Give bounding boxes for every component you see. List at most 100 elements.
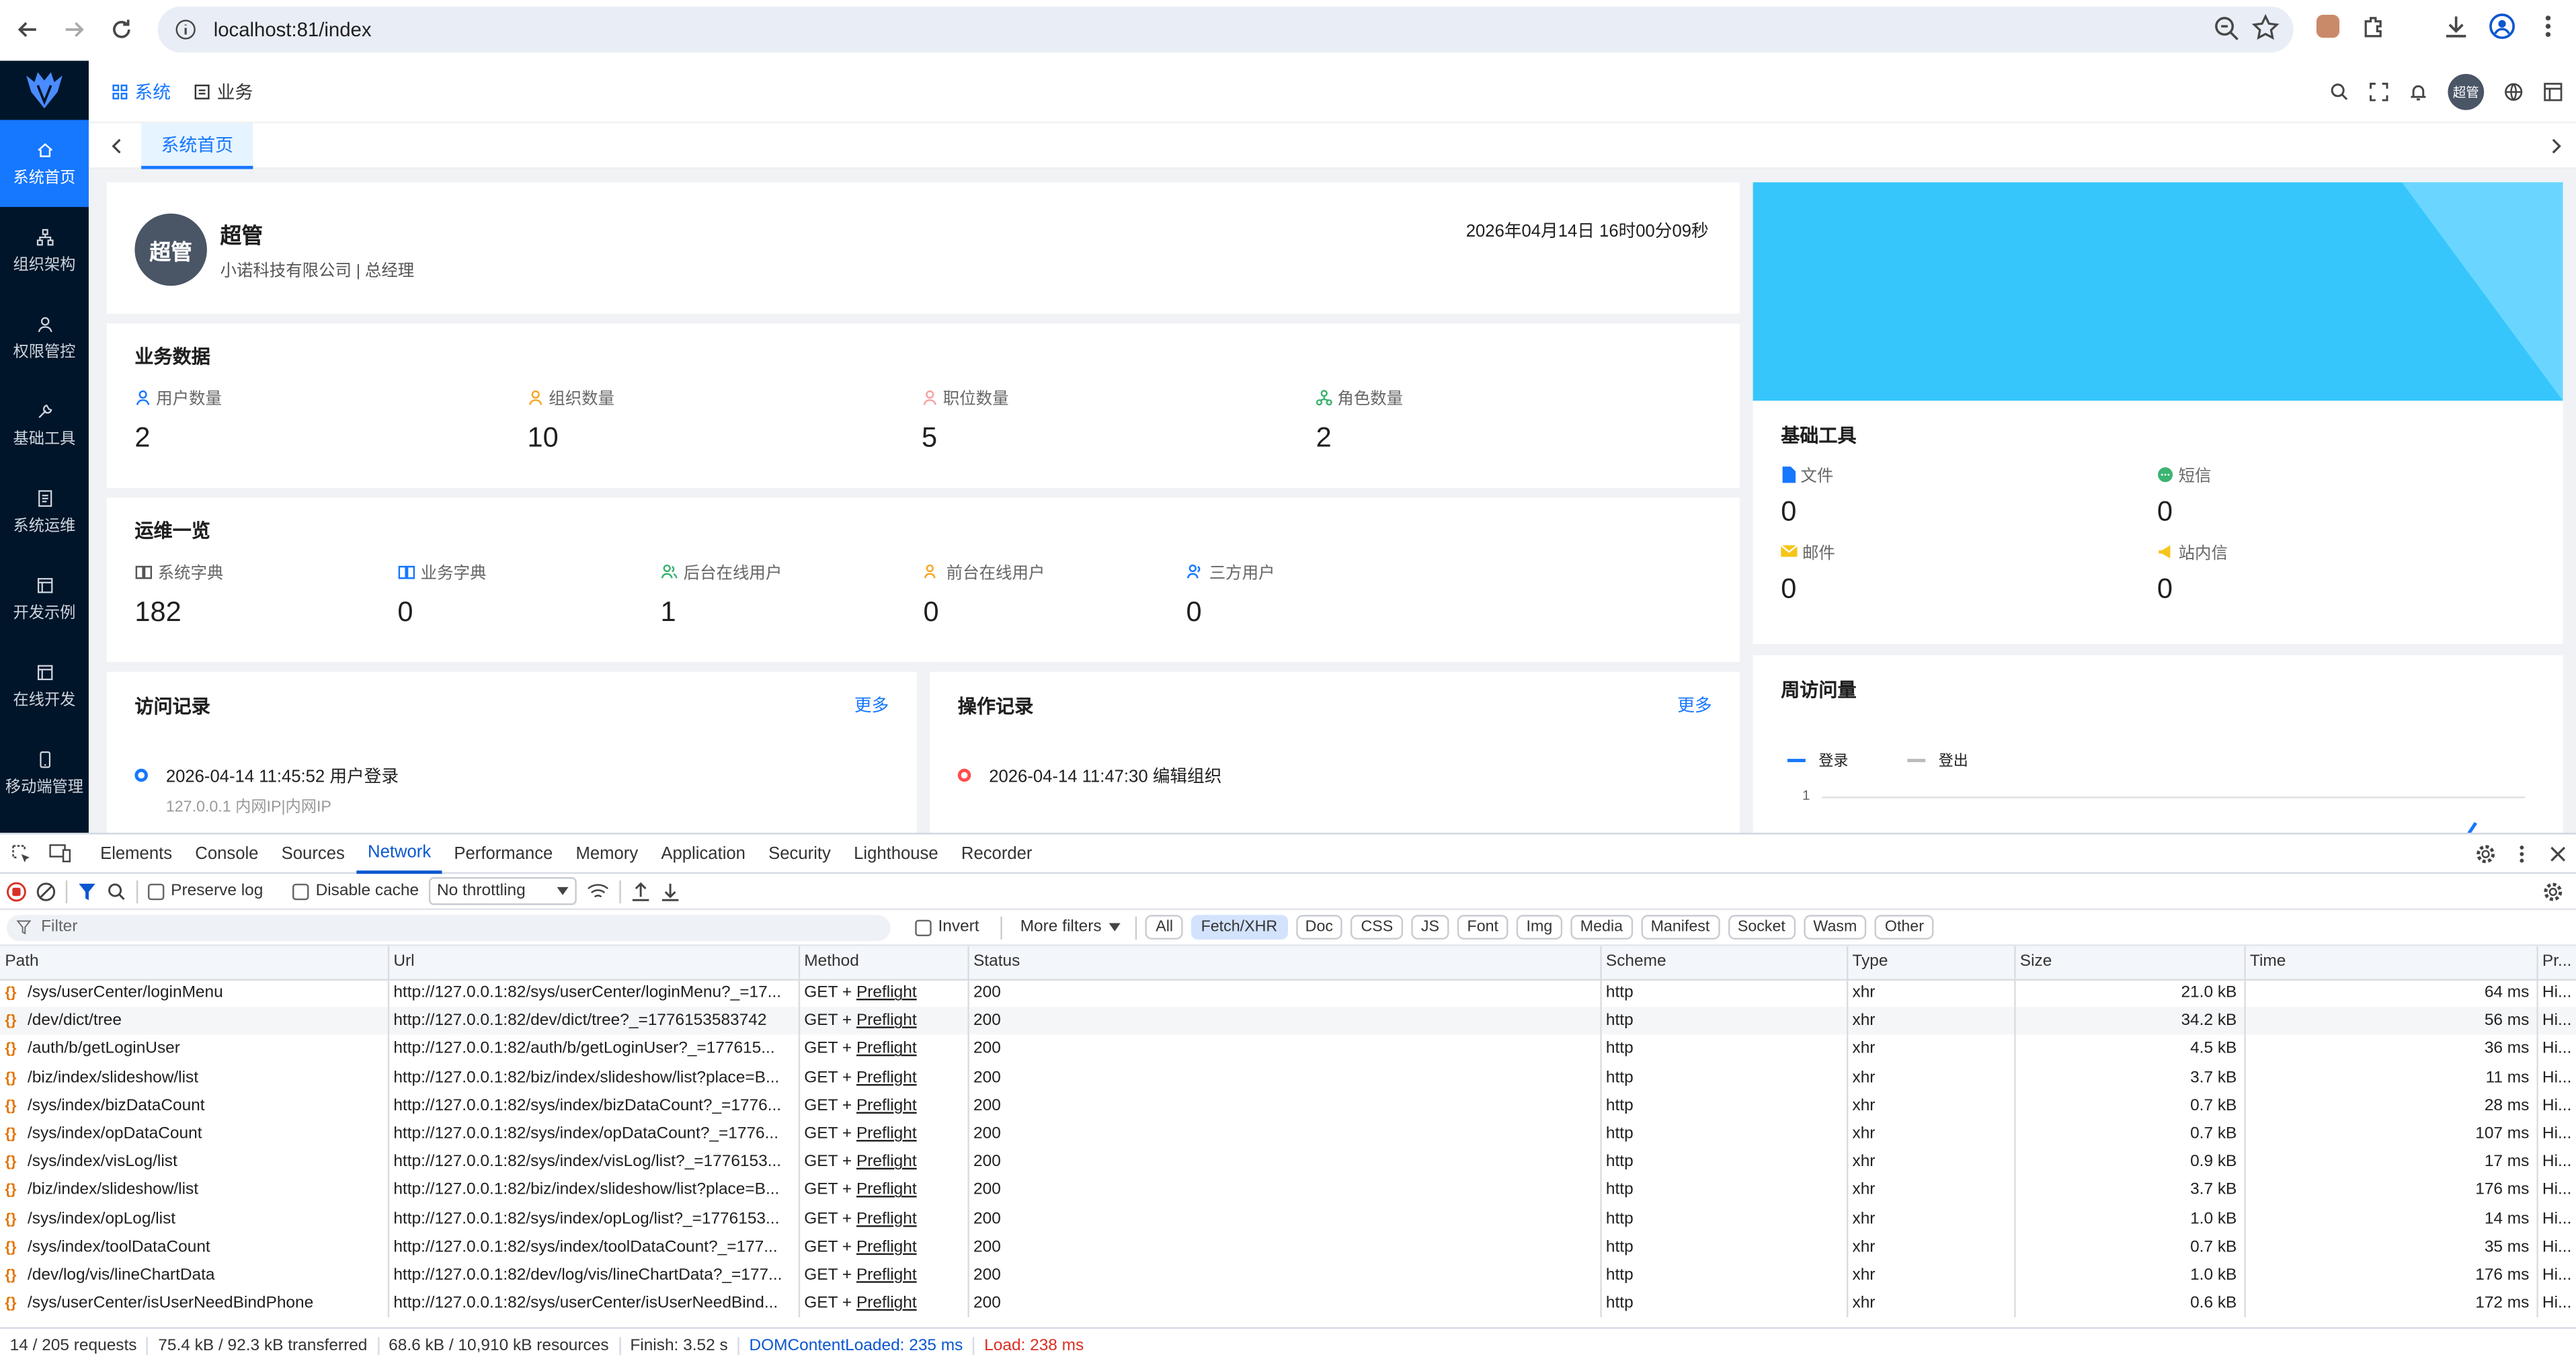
layout-icon[interactable] bbox=[2543, 82, 2563, 101]
devtools-tab-performance[interactable]: Performance bbox=[442, 833, 564, 873]
reload-icon[interactable] bbox=[97, 5, 146, 54]
network-settings-icon[interactable] bbox=[2543, 881, 2563, 901]
devtools-tab-memory[interactable]: Memory bbox=[564, 833, 649, 873]
network-conditions-icon[interactable] bbox=[586, 881, 609, 901]
stat-sms[interactable]: 短信 0 bbox=[2157, 462, 2211, 529]
sidebar-item-permission[interactable]: 权限管控 bbox=[0, 294, 89, 381]
stat-mail[interactable]: 邮件 0 bbox=[1781, 539, 1835, 606]
inspect-element-icon[interactable] bbox=[3, 843, 40, 863]
stat-user-count[interactable]: 用户数量 2 bbox=[134, 384, 222, 455]
stat-frontend-online[interactable]: 前台在线用户 0 bbox=[923, 559, 1045, 629]
preflight-link[interactable]: Preflight bbox=[856, 985, 917, 1003]
preflight-link[interactable]: Preflight bbox=[856, 1153, 917, 1171]
tab-home[interactable]: 系统首页 bbox=[141, 122, 253, 169]
column-header-method[interactable]: Method bbox=[798, 946, 969, 980]
filter-chip-css[interactable]: CSS bbox=[1351, 915, 1403, 940]
devtools-tab-sources[interactable]: Sources bbox=[270, 833, 356, 873]
legend-login[interactable]: 登录 bbox=[1787, 749, 1848, 770]
device-toolbar-icon[interactable] bbox=[40, 844, 79, 863]
sidebar-item-tools[interactable]: 基础工具 bbox=[0, 381, 89, 468]
profile-picture-icon[interactable] bbox=[2308, 7, 2348, 46]
invert-checkbox[interactable]: Invert bbox=[915, 918, 979, 936]
stat-org-count[interactable]: 组织数量 10 bbox=[527, 384, 614, 455]
preflight-link[interactable]: Preflight bbox=[856, 1210, 917, 1228]
record-stop-icon[interactable] bbox=[7, 881, 26, 901]
fullscreen-icon[interactable] bbox=[2369, 82, 2388, 101]
column-header-url[interactable]: Url bbox=[387, 946, 799, 980]
account-icon[interactable] bbox=[2483, 13, 2522, 40]
preflight-link[interactable]: Preflight bbox=[856, 1012, 917, 1030]
filter-chip-font[interactable]: Font bbox=[1457, 915, 1508, 940]
column-header-time[interactable]: Time bbox=[2244, 946, 2538, 980]
filter-icon[interactable] bbox=[77, 881, 97, 901]
table-row[interactable]: {} /sys/index/opDataCount http://127.0.0.… bbox=[0, 1120, 2576, 1149]
bell-icon[interactable] bbox=[2409, 82, 2428, 101]
filter-chip-manifest[interactable]: Manifest bbox=[1640, 915, 1720, 940]
table-row[interactable]: {} /sys/userCenter/isUserNeedBindPhone ht… bbox=[0, 1289, 2576, 1318]
stat-biz-dict[interactable]: 业务字典 0 bbox=[397, 559, 486, 629]
devtools-tab-lighthouse[interactable]: Lighthouse bbox=[842, 833, 950, 873]
column-header-status[interactable]: Status bbox=[967, 946, 1601, 980]
filter-chip-media[interactable]: Media bbox=[1570, 915, 1633, 940]
column-header-size[interactable]: Size bbox=[2014, 946, 2245, 980]
table-row[interactable]: {} /sys/index/visLog/list http://127.0.0.… bbox=[0, 1148, 2576, 1177]
search-icon[interactable] bbox=[107, 881, 126, 901]
stat-position-count[interactable]: 职位数量 5 bbox=[922, 384, 1009, 455]
topnav-item-system[interactable]: 系统 bbox=[112, 78, 171, 104]
preflight-link[interactable]: Preflight bbox=[856, 1182, 917, 1200]
table-row[interactable]: {} /sys/index/opLog/list http://127.0.0.1… bbox=[0, 1204, 2576, 1233]
filter-chip-all[interactable]: All bbox=[1145, 915, 1183, 940]
table-row[interactable]: {} /biz/index/slideshow/list http://127.0… bbox=[0, 1063, 2576, 1092]
devtools-tab-elements[interactable]: Elements bbox=[89, 833, 184, 873]
search-icon[interactable] bbox=[2329, 82, 2349, 101]
site-info-icon[interactable] bbox=[174, 18, 200, 41]
export-har-icon[interactable] bbox=[660, 881, 680, 901]
sidebar-item-online-dev[interactable]: 在线开发 bbox=[0, 643, 89, 730]
column-header-scheme[interactable]: Scheme bbox=[1600, 946, 1848, 980]
filter-chip-other[interactable]: Other bbox=[1875, 915, 1934, 940]
disable-cache-checkbox[interactable]: Disable cache bbox=[292, 882, 419, 900]
close-icon[interactable] bbox=[2540, 845, 2576, 861]
sidebar-item-examples[interactable]: 开发示例 bbox=[0, 555, 89, 643]
table-row[interactable]: {} /dev/dict/tree http://127.0.0.1:82/dev… bbox=[0, 1007, 2576, 1036]
table-row[interactable]: {} /sys/index/bizDataCount http://127.0.0… bbox=[0, 1091, 2576, 1120]
column-header-path[interactable]: Path bbox=[0, 946, 389, 980]
kebab-menu-icon[interactable] bbox=[2504, 843, 2540, 863]
devtools-tab-application[interactable]: Application bbox=[649, 833, 757, 873]
preflight-link[interactable]: Preflight bbox=[856, 1266, 917, 1284]
preflight-link[interactable]: Preflight bbox=[856, 1238, 917, 1256]
globe-icon[interactable] bbox=[2504, 82, 2524, 101]
filter-chip-wasm[interactable]: Wasm bbox=[1803, 915, 1867, 940]
table-row[interactable]: {} /biz/index/slideshow/list http://127.0… bbox=[0, 1176, 2576, 1205]
stat-third-party-users[interactable]: 三方用户 0 bbox=[1186, 559, 1275, 629]
filter-chip-socket[interactable]: Socket bbox=[1728, 915, 1796, 940]
back-icon[interactable] bbox=[3, 5, 52, 54]
downloads-icon[interactable] bbox=[2436, 13, 2476, 40]
table-row[interactable]: {} /sys/userCenter/loginMenu http://127.0… bbox=[0, 979, 2576, 1007]
forward-icon[interactable] bbox=[49, 5, 98, 54]
preflight-link[interactable]: Preflight bbox=[856, 1125, 917, 1143]
sidebar-item-org[interactable]: 组织架构 bbox=[0, 207, 89, 294]
preserve-log-checkbox[interactable]: Preserve log bbox=[147, 882, 263, 900]
more-link[interactable]: 更多 bbox=[1677, 693, 1712, 718]
table-row[interactable]: {} /sys/index/toolDataCount http://127.0.… bbox=[0, 1233, 2576, 1262]
preflight-link[interactable]: Preflight bbox=[856, 1097, 917, 1115]
devtools-tab-console[interactable]: Console bbox=[184, 833, 270, 873]
settings-gear-icon[interactable] bbox=[2468, 843, 2504, 863]
column-header-priority[interactable]: Pr... bbox=[2536, 946, 2576, 980]
sidebar-item-ops[interactable]: 系统运维 bbox=[0, 468, 89, 556]
extensions-icon[interactable] bbox=[2354, 13, 2394, 40]
devtools-tab-security[interactable]: Security bbox=[757, 833, 842, 873]
stat-files[interactable]: 文件 0 bbox=[1781, 462, 1833, 529]
throttling-select[interactable]: No throttling bbox=[428, 877, 577, 905]
zoom-icon[interactable] bbox=[2211, 13, 2241, 43]
table-row[interactable]: {} /auth/b/getLoginUser http://127.0.0.1:… bbox=[0, 1035, 2576, 1064]
stat-backend-online[interactable]: 后台在线用户 1 bbox=[660, 559, 782, 629]
preflight-link[interactable]: Preflight bbox=[856, 1294, 917, 1313]
sidebar-item-mobile[interactable]: 移动端管理 bbox=[0, 729, 89, 817]
filter-chip-js[interactable]: JS bbox=[1411, 915, 1449, 940]
table-row[interactable]: {} /dev/log/vis/lineChartData http://127.… bbox=[0, 1261, 2576, 1290]
preflight-link[interactable]: Preflight bbox=[856, 1040, 917, 1059]
filter-chip-img[interactable]: Img bbox=[1516, 915, 1562, 940]
more-filters-dropdown[interactable]: More filters bbox=[1020, 918, 1121, 936]
